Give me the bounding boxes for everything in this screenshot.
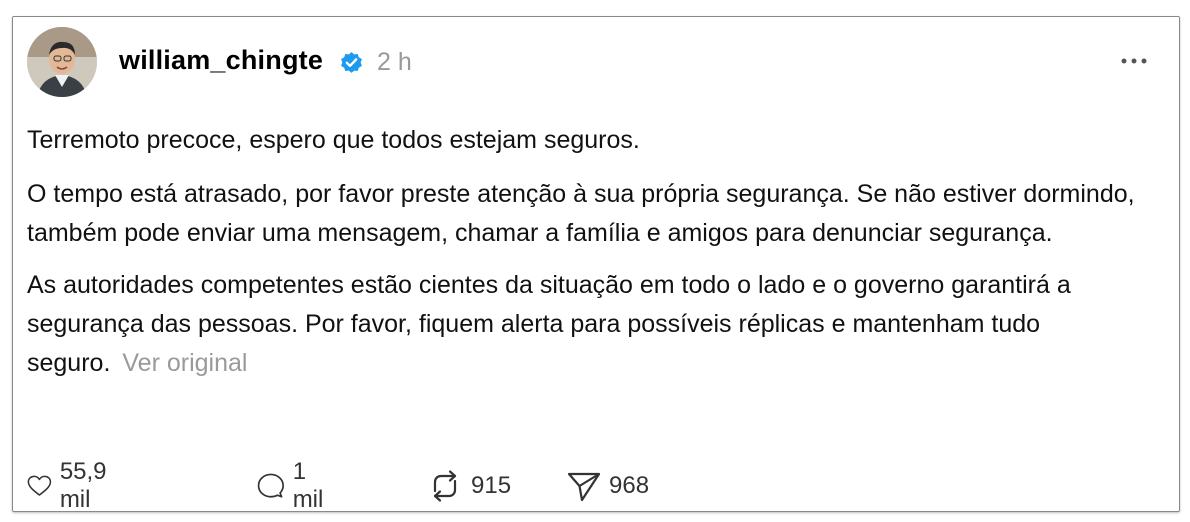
- like-button[interactable]: 55,9 mil: [27, 458, 118, 513]
- reply-button[interactable]: 1 mil: [257, 458, 332, 513]
- post-paragraph: O tempo está atrasado, por favor preste …: [27, 180, 1135, 247]
- repost-icon: [433, 470, 457, 502]
- share-button[interactable]: 968: [567, 469, 649, 503]
- post-paragraph-last: As autoridades competentes estão cientes…: [27, 266, 1157, 383]
- post-timestamp: 2 h: [377, 48, 412, 76]
- more-options-icon[interactable]: [1119, 51, 1149, 71]
- repost-button[interactable]: 915: [427, 469, 511, 503]
- heart-icon: [27, 475, 52, 496]
- verified-badge-icon: [341, 52, 362, 73]
- comment-bubble-icon: [257, 473, 284, 498]
- repost-count: 915: [471, 472, 512, 499]
- see-original-link[interactable]: Ver original: [122, 349, 247, 377]
- post-card: william_chingte 2 h Terremoto precoce, e…: [12, 16, 1180, 513]
- avatar[interactable]: [27, 27, 97, 97]
- author-handle[interactable]: william_chingte: [119, 45, 323, 76]
- post-text: Terremoto precoce, espero que todos este…: [27, 121, 1157, 383]
- share-count: 968: [609, 472, 650, 499]
- avatar-image: [27, 27, 97, 97]
- send-icon: [567, 472, 601, 502]
- post-paragraph: Terremoto precoce, espero que todos este…: [27, 126, 640, 154]
- reply-count: 1 mil: [292, 458, 324, 513]
- like-count: 55,9 mil: [59, 458, 107, 513]
